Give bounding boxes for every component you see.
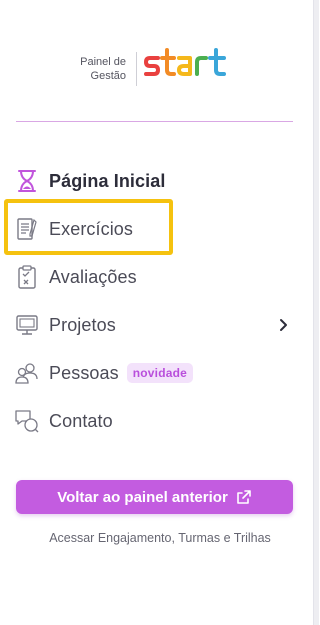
people-icon [14,360,40,386]
chat-icon [14,408,40,434]
external-link-icon [236,490,251,504]
nav-label: Pessoas [49,362,119,383]
cta-label: Voltar ao painel anterior [57,488,228,506]
nav-label: Projetos [49,314,116,335]
nav-label: Avaliações [49,266,137,287]
highlight-box [4,199,173,255]
new-badge: novidade [126,363,194,383]
nav-item-pagina-inicial[interactable]: Página Inicial [14,164,294,198]
monitor-icon [14,312,40,338]
divider [16,121,293,122]
nav-label: Contato [49,410,113,431]
nav-item-contato[interactable]: Contato [14,404,294,438]
back-to-previous-panel-button[interactable]: Voltar ao painel anterior [16,480,293,514]
logo-caption-line1: Painel de [80,56,126,68]
logo-caption: Painel de Gestão [80,55,126,83]
scrollbar-track[interactable] [313,0,319,625]
start-logo-wordmark [144,48,226,76]
clipboard-icon [14,264,40,290]
nav-item-pessoas[interactable]: Pessoas novidade [14,356,294,390]
nav-item-projetos[interactable]: Projetos [14,308,294,342]
nav-item-avaliacoes[interactable]: Avaliações [14,260,294,294]
hourglass-icon [14,168,40,194]
logo: Painel de Gestão start [0,48,319,90]
nav-label: Página Inicial [49,170,166,191]
chevron-right-icon[interactable] [274,315,294,340]
logo-separator [136,52,137,86]
logo-caption-line2: Gestão [90,70,126,82]
cta-subtext: Acessar Engajamento, Turmas e Trilhas [49,531,271,545]
